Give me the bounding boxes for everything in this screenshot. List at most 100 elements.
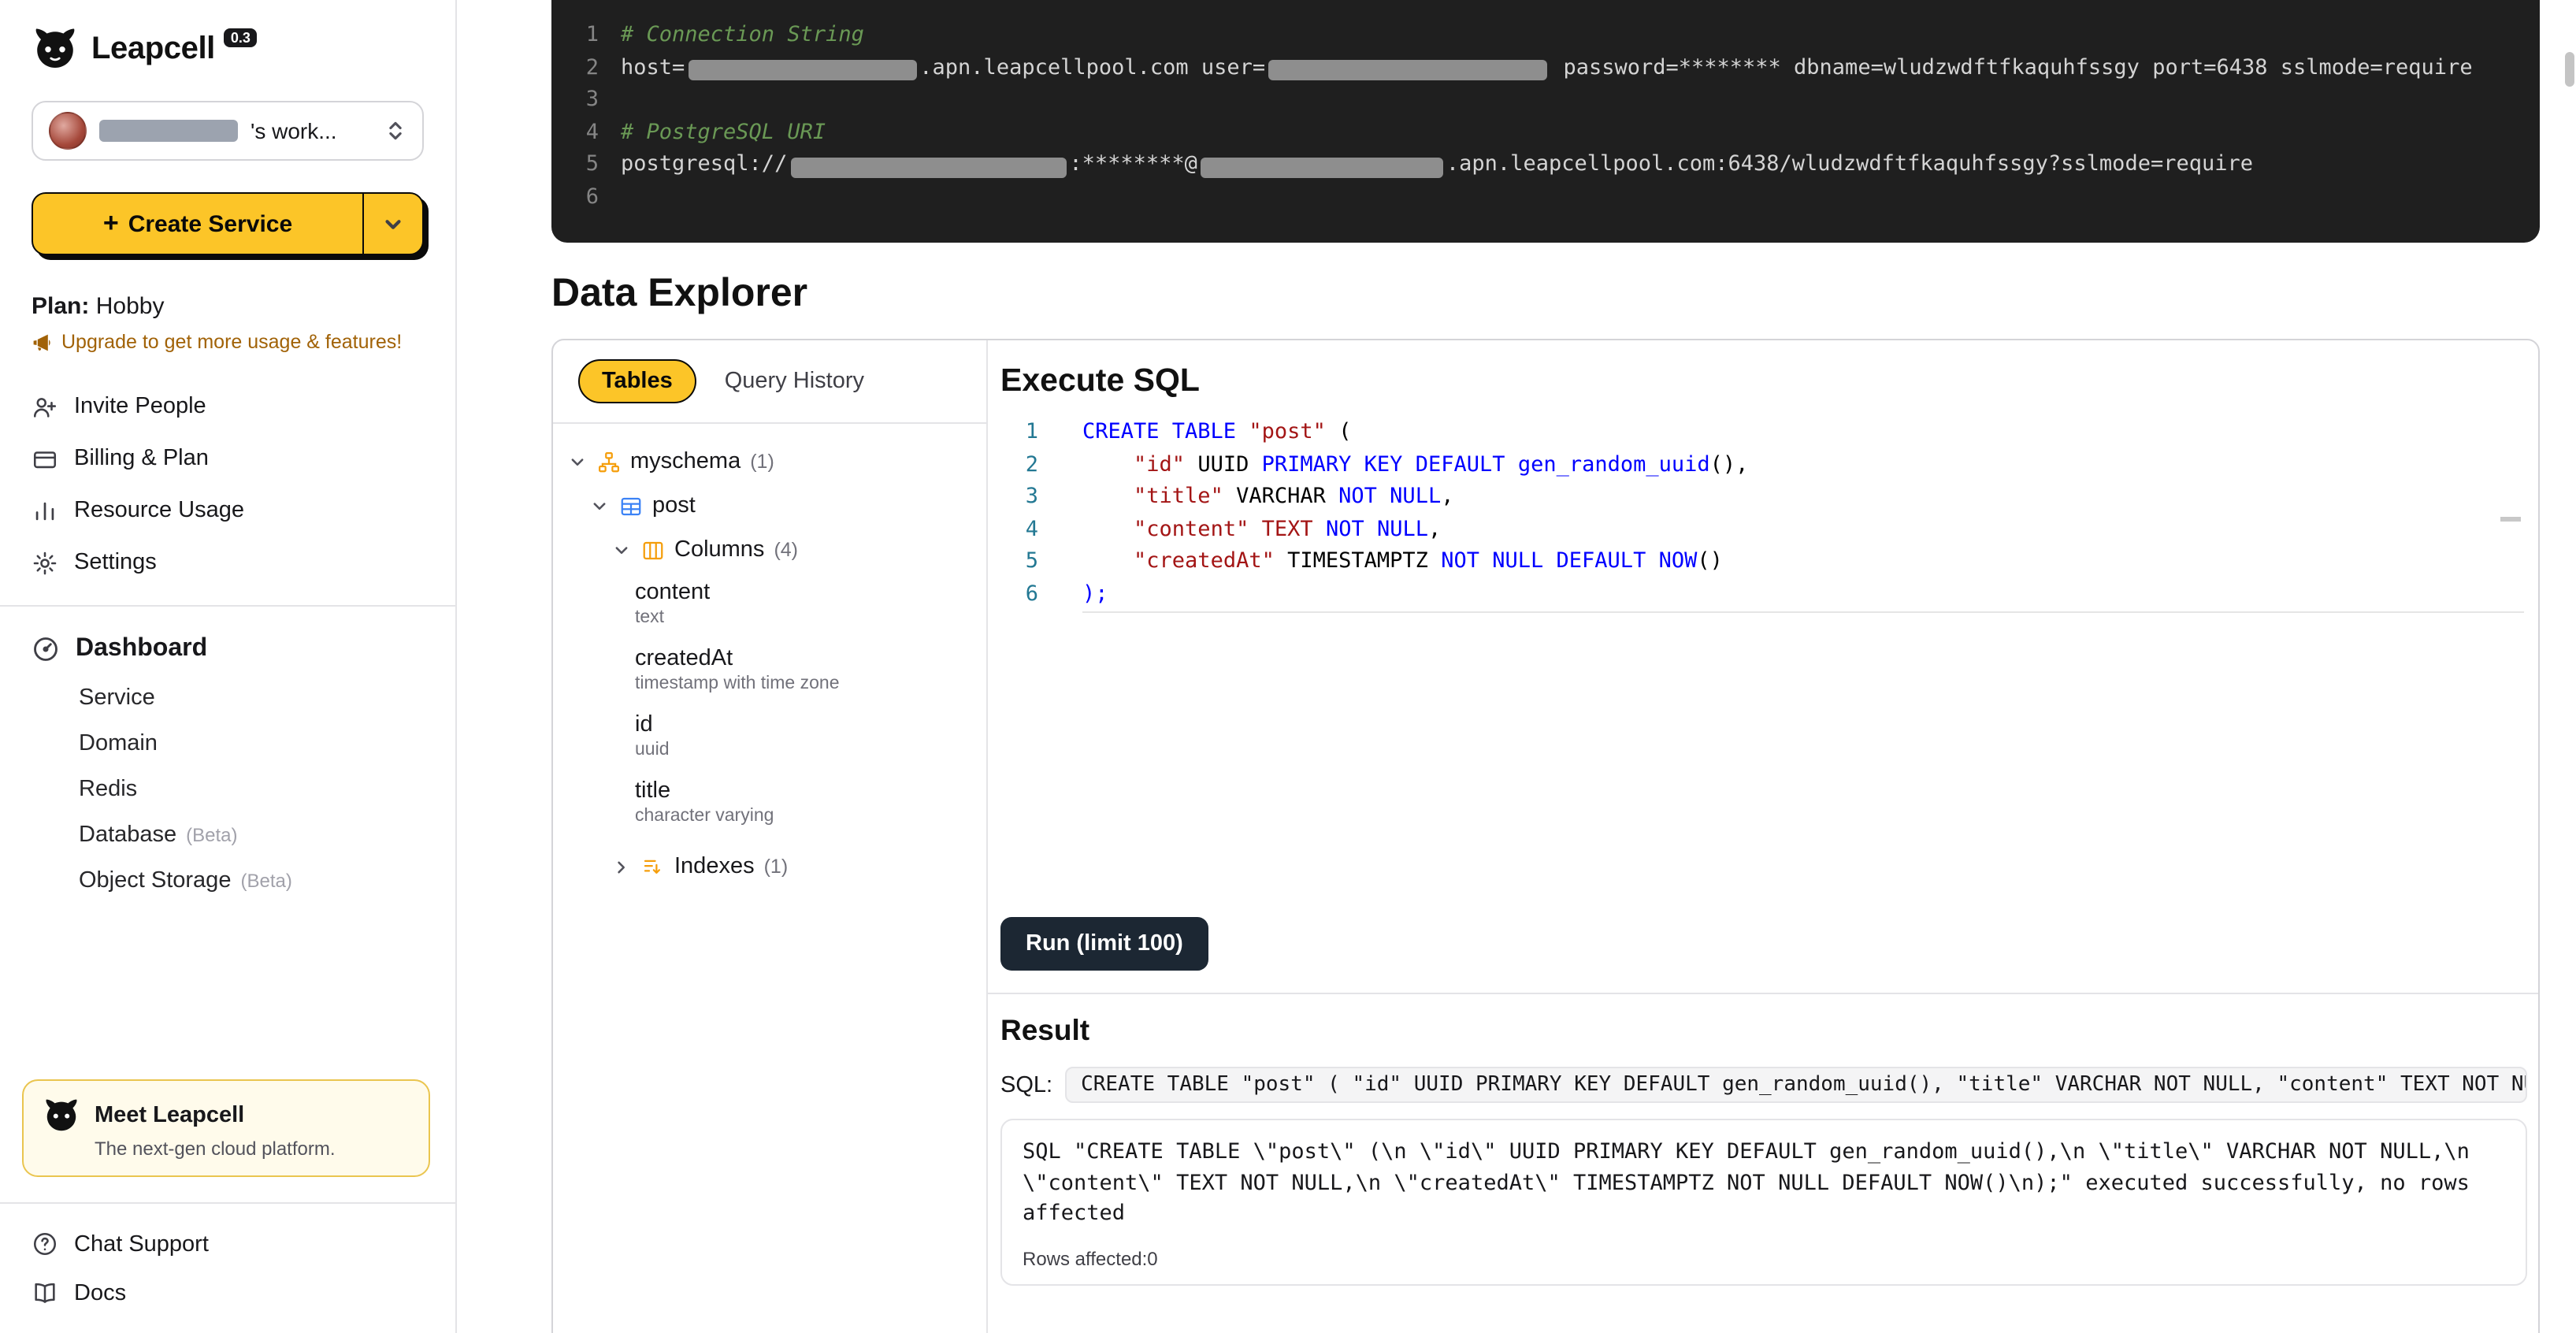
subitem-label: Domain	[79, 731, 158, 756]
sidebar-item-chat-support[interactable]: Chat Support	[0, 1220, 455, 1268]
credit-card-icon	[32, 445, 58, 472]
plan-label: Plan:	[32, 293, 89, 320]
gear-icon	[32, 549, 58, 576]
page-scrollbar-thumb[interactable]	[2565, 52, 2574, 87]
app-root: Leapcell 0.3 's work... + Create Service	[0, 0, 2576, 1333]
brand-name: Leapcell	[91, 31, 215, 67]
create-service-label-area[interactable]: + Create Service	[33, 194, 362, 254]
chevron-down-icon[interactable]	[569, 453, 588, 470]
column-type: character varying	[635, 807, 977, 826]
tab-tables[interactable]: Tables	[578, 359, 696, 403]
page-title: Data Explorer	[551, 271, 2540, 317]
chevron-down-icon[interactable]	[591, 497, 610, 514]
workspace-name-redacted	[99, 120, 238, 142]
explorer-sidebar: Tables Query History myschema (1)	[553, 340, 988, 1333]
footer-label: Docs	[74, 1280, 126, 1305]
explorer-tabs: Tables Query History	[553, 340, 986, 424]
subitem-label: Database	[79, 822, 176, 848]
column-name: id	[635, 712, 977, 737]
column-item-id[interactable]: id uuid	[562, 712, 977, 759]
create-service-label: Create Service	[128, 210, 293, 237]
upgrade-link[interactable]: Upgrade to get more usage & features!	[32, 331, 424, 355]
column-item-createdAt[interactable]: createdAt timestamp with time zone	[562, 646, 977, 693]
column-item-content[interactable]: content text	[562, 580, 977, 627]
schema-count: (1)	[750, 451, 774, 473]
subitem-label: Service	[79, 685, 155, 711]
sidebar-item-billing-plan[interactable]: Billing & Plan	[13, 433, 443, 485]
create-service-button[interactable]: + Create Service	[32, 192, 424, 255]
plan-value: Hobby	[96, 293, 165, 320]
menu-label: Billing & Plan	[74, 446, 209, 471]
dashboard-label: Dashboard	[76, 634, 207, 663]
promo-card[interactable]: Meet Leapcell The next-gen cloud platfor…	[22, 1079, 430, 1177]
main-content: 1# Connection String2host=.apn.leapcellp…	[457, 0, 2576, 1333]
sidebar-menu: Invite People Billing & Plan Resource Us…	[0, 381, 455, 589]
subitem-label: Redis	[79, 777, 137, 802]
columns-icon	[641, 538, 665, 562]
execute-sql-title: Execute SQL	[1000, 362, 2527, 400]
sidebar-item-dashboard[interactable]: Dashboard	[0, 622, 455, 675]
indexes-icon	[641, 855, 665, 878]
help-circle-icon	[32, 1231, 58, 1257]
sidebar-item-settings[interactable]: Settings	[13, 537, 443, 589]
tab-query-history[interactable]: Query History	[725, 369, 864, 394]
executed-sql-row: SQL: CREATE TABLE "post" ( "id" UUID PRI…	[1000, 1067, 2527, 1103]
column-type: text	[635, 608, 977, 627]
chevron-down-icon	[381, 212, 405, 236]
connection-code: 1# Connection String2host=.apn.leapcellp…	[564, 19, 2540, 213]
subitem-label: Object Storage	[79, 868, 231, 893]
run-query-button[interactable]: Run (limit 100)	[1000, 917, 1208, 971]
tree-row-indexes-group[interactable]: Indexes (1)	[562, 845, 977, 889]
column-item-title[interactable]: title character varying	[562, 778, 977, 826]
result-output-box: SQL "CREATE TABLE \"post\" (\n \"id\" UU…	[1000, 1119, 2527, 1285]
sidebar-item-invite-people[interactable]: Invite People	[13, 381, 443, 433]
tree-row-schema[interactable]: myschema (1)	[562, 440, 977, 484]
chevron-right-icon[interactable]	[613, 858, 632, 875]
column-name: title	[635, 778, 977, 804]
menu-label: Settings	[74, 550, 157, 575]
sidebar-item-domain[interactable]: Domain	[0, 721, 455, 767]
version-badge: 0.3	[225, 28, 257, 47]
sidebar-item-resource-usage[interactable]: Resource Usage	[13, 485, 443, 537]
table-icon	[619, 494, 643, 518]
schema-tree: myschema (1) post	[553, 424, 986, 904]
chevrons-up-down-icon	[384, 120, 406, 142]
result-section: Result SQL: CREATE TABLE "post" ( "id" U…	[1000, 994, 2527, 1285]
workspace-selector[interactable]: 's work...	[32, 101, 424, 161]
sidebar-item-object-storage[interactable]: Object Storage (Beta)	[0, 858, 455, 904]
promo-title: Meet Leapcell	[95, 1103, 244, 1128]
table-name: post	[652, 493, 696, 518]
result-output-text: SQL "CREATE TABLE \"post\" (\n \"id\" UU…	[1023, 1138, 2505, 1230]
sql-editor[interactable]: 1CREATE TABLE "post" (2 "id" UUID PRIMAR…	[1000, 416, 2527, 917]
sidebar-item-service[interactable]: Service	[0, 675, 455, 721]
data-explorer-panel: Tables Query History myschema (1)	[551, 339, 2540, 1333]
book-icon	[32, 1279, 58, 1306]
sidebar-item-docs[interactable]: Docs	[0, 1268, 455, 1317]
sql-code[interactable]: 1CREATE TABLE "post" (2 "id" UUID PRIMAR…	[1000, 416, 2527, 610]
connection-string-code-block: 1# Connection String2host=.apn.leapcellp…	[551, 0, 2540, 243]
chevron-down-icon[interactable]	[613, 541, 632, 559]
dashboard-gauge-icon	[32, 634, 60, 663]
editor-underline	[1082, 611, 2524, 613]
executed-sql-inline: CREATE TABLE "post" ( "id" UUID PRIMARY …	[1065, 1067, 2527, 1103]
menu-label: Resource Usage	[74, 498, 244, 523]
indexes-group-count: (1)	[764, 856, 789, 878]
sidebar-item-redis[interactable]: Redis	[0, 767, 455, 812]
divider	[0, 1202, 455, 1204]
editor-scrollbar-thumb[interactable]	[2500, 517, 2521, 522]
user-plus-icon	[32, 393, 58, 420]
execute-sql-area: Execute SQL 1CREATE TABLE "post" (2 "id"…	[988, 340, 2538, 1333]
column-name: createdAt	[635, 646, 977, 671]
create-service-dropdown[interactable]	[362, 194, 422, 254]
leapcell-logo-icon-small	[43, 1097, 80, 1134]
tree-row-table-post[interactable]: post	[562, 484, 977, 528]
sidebar-item-database[interactable]: Database (Beta)	[0, 812, 455, 858]
column-name: content	[635, 580, 977, 605]
tree-row-columns-group[interactable]: Columns (4)	[562, 528, 977, 572]
columns-group-count: (4)	[774, 539, 798, 561]
workspace-name-suffix: 's work...	[251, 118, 337, 143]
beta-badge: (Beta)	[240, 870, 291, 892]
result-title: Result	[1000, 1013, 2527, 1048]
workspace-avatar	[49, 112, 87, 150]
sidebar: Leapcell 0.3 's work... + Create Service	[0, 0, 457, 1333]
